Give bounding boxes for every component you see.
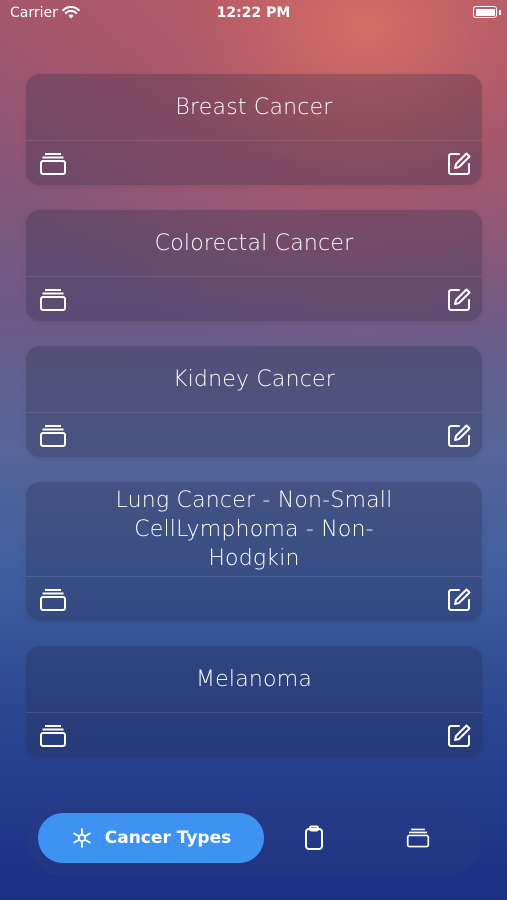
card-title: Lung Cancer - Non-Small CellLymphoma - N…: [115, 487, 393, 571]
status-bar: Carrier 12:22 PM: [0, 0, 507, 30]
edit-button[interactable]: [443, 148, 475, 180]
divider: [26, 412, 482, 413]
cancer-card-lung-lymphoma[interactable]: Lung Cancer - Non-Small CellLymphoma - N…: [26, 482, 482, 621]
cancer-card-melanoma[interactable]: Melanoma: [26, 646, 482, 757]
divider: [26, 140, 482, 141]
status-time: 12:22 PM: [216, 5, 291, 21]
cancer-card-kidney[interactable]: Kidney Cancer: [26, 346, 482, 457]
edit-icon: [448, 588, 471, 611]
snowflake-icon: [73, 828, 91, 848]
archive-box-icon: [40, 153, 66, 175]
edit-button[interactable]: [443, 584, 475, 616]
tab-cancer-types[interactable]: Cancer Types: [38, 813, 264, 863]
edit-button[interactable]: [443, 284, 475, 316]
card-title: Colorectal Cancer: [154, 230, 354, 256]
archive-box-icon: [40, 725, 66, 747]
cancer-card-colorectal[interactable]: Colorectal Cancer: [26, 210, 482, 321]
archive-box-icon: [40, 589, 66, 611]
archive-button[interactable]: [37, 420, 69, 452]
card-title: Melanoma: [195, 666, 313, 692]
divider: [26, 712, 482, 713]
edit-icon: [448, 152, 471, 175]
edit-button[interactable]: [443, 420, 475, 452]
clipboard-icon: [305, 825, 323, 850]
archive-button[interactable]: [37, 720, 69, 752]
tab-label: Cancer Types: [104, 828, 232, 848]
archive-box-icon: [40, 289, 66, 311]
battery-icon: [473, 6, 497, 18]
card-title: Breast Cancer: [175, 94, 333, 120]
card-title: Kidney Cancer: [172, 366, 336, 392]
archive-box-icon: [40, 425, 66, 447]
edit-icon: [448, 724, 471, 747]
tab-archive[interactable]: [402, 822, 434, 854]
archive-button[interactable]: [37, 284, 69, 316]
tab-bar: Cancer Types: [26, 800, 482, 876]
edit-icon: [448, 288, 471, 311]
cancer-card-breast[interactable]: Breast Cancer: [26, 74, 482, 185]
divider: [26, 576, 482, 577]
archive-button[interactable]: [37, 148, 69, 180]
tab-clipboard[interactable]: [298, 822, 330, 854]
divider: [26, 276, 482, 277]
edit-icon: [448, 424, 471, 447]
edit-button[interactable]: [443, 720, 475, 752]
archive-button[interactable]: [37, 584, 69, 616]
archive-box-icon: [406, 828, 430, 848]
